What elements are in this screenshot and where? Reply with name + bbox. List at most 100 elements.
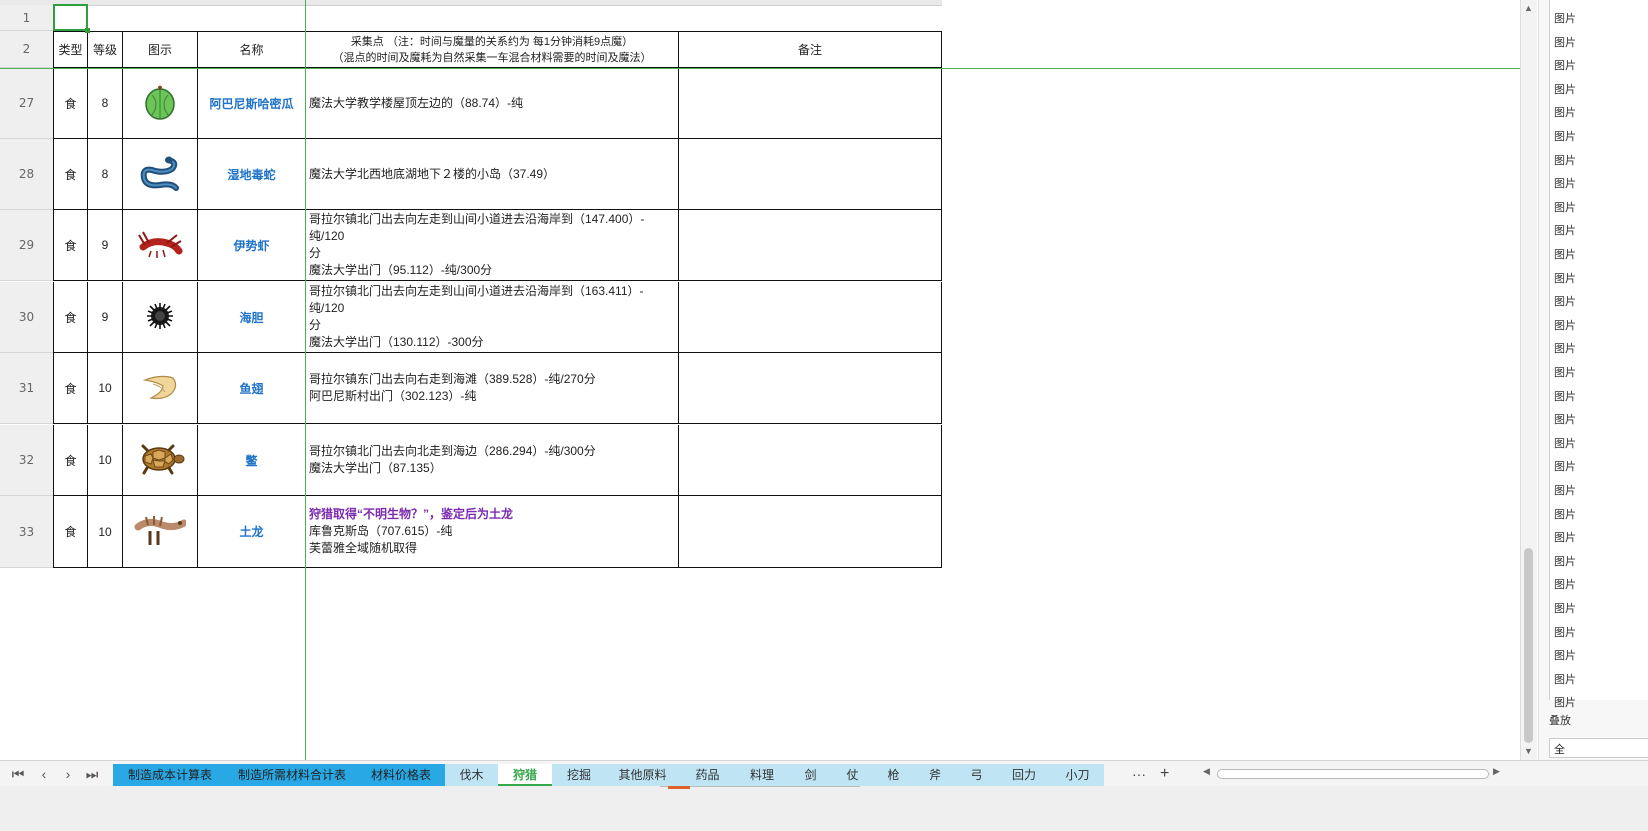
row-header-27[interactable]: 27 (0, 68, 53, 139)
first-sheet-icon[interactable]: ⏮ (8, 764, 28, 784)
sheet-tab[interactable]: 小刀 (1051, 764, 1104, 786)
header-level[interactable]: 等级 (88, 31, 123, 68)
side-panel-item[interactable]: 图片 (1554, 435, 1576, 451)
sheet-tab[interactable]: 料理 (735, 764, 789, 786)
cell-level[interactable]: 8 (88, 139, 123, 210)
last-sheet-icon[interactable]: ⏭ (82, 764, 102, 784)
prev-sheet-icon[interactable]: ‹ (34, 764, 54, 784)
side-panel-item[interactable]: 图片 (1554, 411, 1576, 427)
sheet-tab[interactable]: 回力 (997, 764, 1051, 786)
cell-type[interactable]: 食 (53, 282, 88, 353)
side-panel-item[interactable]: 图片 (1554, 694, 1576, 710)
side-panel-item[interactable]: 图片 (1554, 10, 1576, 26)
vertical-scrollbar[interactable]: ▲ ▼ (1520, 0, 1537, 760)
cell-name[interactable]: 湿地毒蛇 (198, 139, 306, 210)
header-icon[interactable]: 图示 (123, 31, 198, 68)
cell-level[interactable]: 10 (88, 496, 123, 568)
scroll-down-icon[interactable]: ▼ (1524, 746, 1533, 756)
side-panel-item[interactable]: 图片 (1554, 222, 1576, 238)
sheet-tab[interactable]: 药品 (680, 764, 735, 786)
cell-icon[interactable] (123, 425, 198, 496)
sheet-tab[interactable]: 挖掘 (552, 764, 606, 786)
header-remark[interactable]: 备注 (679, 31, 942, 68)
row-header-32[interactable]: 32 (0, 425, 53, 496)
header-location[interactable]: 采集点 （注：时间与魔量的关系约为 每1分钟消耗9点魔） （混点的时间及魔耗为自… (306, 31, 679, 68)
cell-icon[interactable] (123, 139, 198, 210)
side-panel-item[interactable]: 图片 (1554, 340, 1576, 356)
sheet-tab[interactable]: 弓 (956, 764, 997, 786)
sheet-tab[interactable]: 枪 (873, 764, 914, 786)
side-panel-list[interactable]: 图片 图片 图片 图片 图片 图片 图片 图片 图片 图片 图片 图片 图片 图片 图片 图片 图片 图片 图片 图片… (1549, 0, 1648, 709)
cell-icon[interactable] (123, 68, 198, 139)
horizontal-scrollbar[interactable]: ◀ ▶ (1203, 766, 1503, 782)
side-panel-item[interactable]: 图片 (1554, 458, 1576, 474)
side-panel-item[interactable]: 图片 (1554, 506, 1576, 522)
spreadsheet-grid[interactable]: 1 2 类型 等级 图示 名称 采集点 （注：时间与魔量的关系约为 每1分钟消耗… (0, 0, 1520, 760)
cell-remark[interactable] (679, 353, 942, 424)
cell-level[interactable]: 9 (88, 210, 123, 281)
side-panel-item[interactable]: 图片 (1554, 553, 1576, 569)
scroll-up-icon[interactable]: ▲ (1524, 3, 1533, 13)
row-header-2[interactable]: 2 (0, 31, 53, 68)
item-name[interactable]: 海胆 (239, 309, 263, 326)
side-panel-item[interactable]: 图片 (1554, 671, 1576, 687)
side-panel-item[interactable]: 图片 (1554, 199, 1576, 215)
cell-location[interactable]: 哥拉尔镇北门出去向左走到山间小道进去沿海岸到（147.400）-纯/120 分魔法… (306, 210, 679, 281)
side-panel-item[interactable]: 图片 (1554, 57, 1576, 73)
sheet-tab[interactable]: 伐木 (445, 764, 498, 786)
cell-type[interactable]: 食 (53, 68, 88, 139)
side-panel-item[interactable]: 图片 (1554, 104, 1576, 120)
item-name[interactable]: 阿巴尼斯哈密瓜 (209, 95, 293, 112)
row-header-28[interactable]: 28 (0, 139, 53, 210)
cell-type[interactable]: 食 (53, 210, 88, 281)
cell-remark[interactable] (679, 282, 942, 353)
cell-name[interactable]: 阿巴尼斯哈密瓜 (198, 68, 306, 139)
sheet-tab[interactable]: 制造所需材料合计表 (227, 764, 357, 786)
side-panel-item[interactable]: 图片 (1554, 600, 1576, 616)
cell-level[interactable]: 10 (88, 353, 123, 424)
sheet-tab[interactable]: 狩猎 (498, 764, 552, 786)
cell-remark[interactable] (679, 68, 942, 139)
item-name[interactable]: 土龙 (239, 523, 263, 540)
scroll-right-icon[interactable]: ▶ (1493, 766, 1500, 777)
next-sheet-icon[interactable]: › (58, 764, 78, 784)
sheet-tab[interactable]: 斧 (914, 764, 956, 786)
item-name[interactable]: 湿地毒蛇 (227, 166, 275, 183)
side-panel-item[interactable]: 图片 (1554, 576, 1576, 592)
row-header-1[interactable]: 1 (0, 5, 53, 31)
cell-level[interactable]: 9 (88, 282, 123, 353)
side-panel-item[interactable]: 图片 (1554, 128, 1576, 144)
cell-level[interactable]: 10 (88, 425, 123, 496)
sheet-tab[interactable]: 剑 (789, 764, 832, 786)
more-sheets-icon[interactable]: ··· (1132, 764, 1146, 784)
side-panel-item[interactable]: 图片 (1554, 270, 1576, 286)
scroll-left-icon[interactable]: ◀ (1203, 766, 1210, 777)
side-panel-item[interactable]: 图片 (1554, 529, 1576, 545)
cell-name[interactable]: 鱼翅 (198, 353, 306, 424)
cell-level[interactable]: 8 (88, 68, 123, 139)
sheet-tab[interactable]: 仗 (832, 764, 873, 786)
side-panel-item[interactable]: 图片 (1554, 624, 1576, 640)
cell-name[interactable]: 鳖 (198, 425, 306, 496)
side-panel-item[interactable]: 图片 (1554, 152, 1576, 168)
header-type[interactable]: 类型 (53, 31, 88, 68)
cell-type[interactable]: 食 (53, 425, 88, 496)
cell-icon[interactable] (123, 496, 198, 568)
side-panel-item[interactable]: 图片 (1554, 364, 1576, 380)
side-panel-item[interactable]: 图片 (1554, 293, 1576, 309)
cell-location[interactable]: 哥拉尔镇东门出去向右走到海滩（389.528）-纯/270分 阿巴尼斯村出门（30… (306, 353, 679, 424)
active-cell-selection[interactable] (53, 4, 90, 33)
side-panel-item[interactable]: 图片 (1554, 647, 1576, 663)
cell-remark[interactable] (679, 210, 942, 281)
cell-type[interactable]: 食 (53, 353, 88, 424)
cell-name[interactable]: 伊势虾 (198, 210, 306, 281)
item-name[interactable]: 鱼翅 (239, 380, 263, 397)
side-panel-item[interactable]: 图片 (1554, 34, 1576, 50)
item-name[interactable]: 伊势虾 (233, 237, 269, 254)
sheet-tab[interactable]: 其他原料 (605, 764, 680, 786)
cell-remark[interactable] (679, 496, 942, 568)
cell-location[interactable]: 哥拉尔镇北门出去向北走到海边（286.294）-纯/300分 魔法大学出门（87.… (306, 425, 679, 496)
cell-remark[interactable] (679, 139, 942, 210)
horizontal-scroll-thumb[interactable] (1217, 769, 1489, 779)
side-panel-select[interactable]: 全 (1549, 738, 1648, 758)
